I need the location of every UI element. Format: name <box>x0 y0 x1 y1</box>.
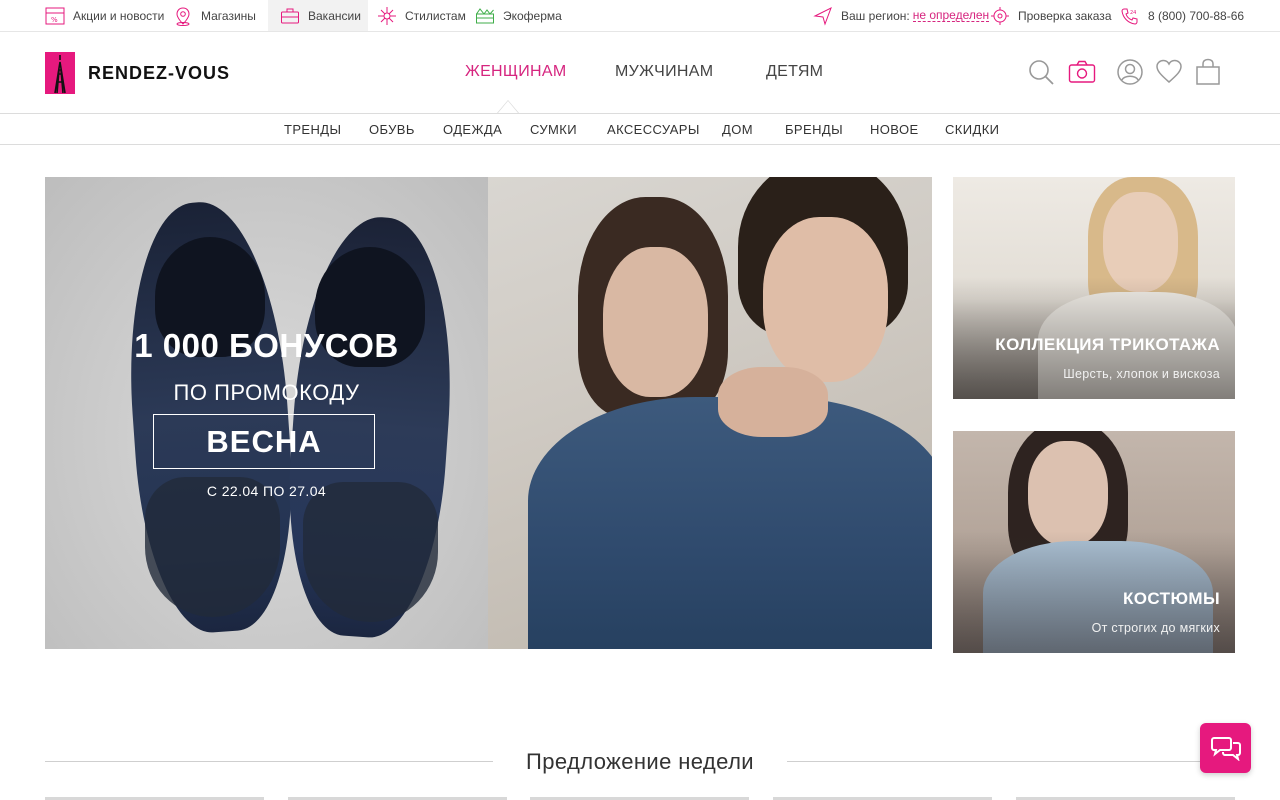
card-title: КОЛЛЕКЦИЯ ТРИКОТАЖА <box>995 335 1220 354</box>
news-link[interactable]: % Акции и новости <box>45 0 164 31</box>
active-nav-caret <box>497 100 519 113</box>
subnav-shoes[interactable]: ОБУВЬ <box>369 122 415 137</box>
stylists-link[interactable]: Стилистам <box>377 0 466 31</box>
briefcase-icon <box>281 8 299 23</box>
stores-label: Магазины <box>201 8 256 23</box>
card-subtitle: Шерсть, хлопок и вискоза <box>1063 367 1220 381</box>
nav-men[interactable]: МУЖЧИНАМ <box>615 63 713 81</box>
subnav-bags[interactable]: СУМКИ <box>530 122 577 137</box>
stylists-label: Стилистам <box>405 8 466 23</box>
map-pin-icon <box>176 6 190 26</box>
subnav-brands[interactable]: БРЕНДЫ <box>785 122 843 137</box>
main-header: RENDEZ-VOUS ЖЕНЩИНАМ МУЖЧИНАМ ДЕТЯМ <box>0 32 1280 114</box>
phone-number: 8 (800) 700-88-66 <box>1148 8 1245 23</box>
chat-button[interactable] <box>1200 723 1251 773</box>
svg-text:%: % <box>51 16 58 24</box>
promo-code: ВЕСНА <box>206 423 322 459</box>
svg-text:24: 24 <box>1130 10 1136 16</box>
nav-women[interactable]: ЖЕНЩИНАМ <box>465 63 566 81</box>
farm-icon <box>476 7 494 23</box>
logo[interactable]: RENDEZ-VOUS <box>45 52 230 94</box>
subnav-clothing[interactable]: ОДЕЖДА <box>443 122 502 137</box>
subnav-home[interactable]: ДОМ <box>722 122 753 137</box>
camera-icon[interactable] <box>1068 58 1096 86</box>
user-icon[interactable] <box>1116 58 1144 86</box>
promo-dates: С 22.04 ПО 27.04 <box>206 483 327 499</box>
bag-icon[interactable] <box>1194 58 1222 86</box>
logo-text: RENDEZ-VOUS <box>88 62 231 83</box>
order-check-label: Проверка заказа <box>1018 8 1112 23</box>
nav-kids[interactable]: ДЕТЯМ <box>766 63 823 81</box>
order-check-link[interactable]: Проверка заказа <box>990 0 1112 31</box>
category-subnav: ТРЕНДЫ ОБУВЬ ОДЕЖДА СУМКИ АКСЕССУАРЫ ДОМ… <box>0 114 1280 145</box>
chat-bubbles-icon <box>1210 737 1241 761</box>
news-label: Акции и новости <box>73 8 165 23</box>
shoes-photo: 1 000 БОНУСОВ ПО ПРОМОКОДУ ВЕСНА С 22.04… <box>45 177 488 649</box>
region-label: Ваш регион: <box>841 8 910 23</box>
phone-24-icon: 24 <box>1121 8 1138 25</box>
hero-banner[interactable]: 1 000 БОНУСОВ ПО ПРОМОКОДУ ВЕСНА С 22.04… <box>45 177 932 649</box>
ecofarm-label: Экоферма <box>503 8 562 23</box>
suits-card[interactable]: КОСТЮМЫ От строгих до мягких <box>953 431 1235 653</box>
subnav-trends[interactable]: ТРЕНДЫ <box>284 122 341 137</box>
search-icon[interactable] <box>1027 58 1055 86</box>
sparkle-icon <box>378 6 396 25</box>
percent-tag-icon: % <box>45 7 65 24</box>
promo-title: 1 000 БОНУСОВ <box>134 327 399 364</box>
stores-link[interactable]: Магазины <box>173 0 256 31</box>
vacancies-label: Вакансии <box>308 8 361 23</box>
ecofarm-link[interactable]: Экоферма <box>475 0 562 31</box>
target-icon <box>991 6 1009 25</box>
card-title: КОСТЮМЫ <box>1123 589 1220 608</box>
promo-subtitle: ПО ПРОМОКОДУ <box>173 380 360 405</box>
subnav-new[interactable]: НОВОЕ <box>870 122 919 137</box>
phone-link[interactable]: 24 8 (800) 700-88-66 <box>1120 0 1244 31</box>
week-offer-title: Предложение недели <box>525 749 755 774</box>
region-selector[interactable]: Ваш регион: не определен <box>813 0 990 31</box>
top-bar: % Акции и новости Магазины Вакансии Стил… <box>0 0 1280 32</box>
models-photo <box>488 177 932 649</box>
vacancies-link[interactable]: Вакансии <box>268 0 368 31</box>
region-value-link[interactable]: не определен <box>912 9 990 22</box>
subnav-sale[interactable]: СКИДКИ <box>945 122 999 137</box>
knitwear-collection-card[interactable]: КОЛЛЕКЦИЯ ТРИКОТАЖА Шерсть, хлопок и вис… <box>953 177 1235 399</box>
subnav-accessories[interactable]: АКСЕССУАРЫ <box>607 122 700 137</box>
promo-code-box: ВЕСНА <box>153 414 375 469</box>
eiffel-tower-logo-icon <box>45 52 75 94</box>
navigation-arrow-icon <box>813 6 832 26</box>
card-subtitle: От строгих до мягких <box>1091 621 1220 635</box>
heart-icon[interactable] <box>1155 58 1183 86</box>
